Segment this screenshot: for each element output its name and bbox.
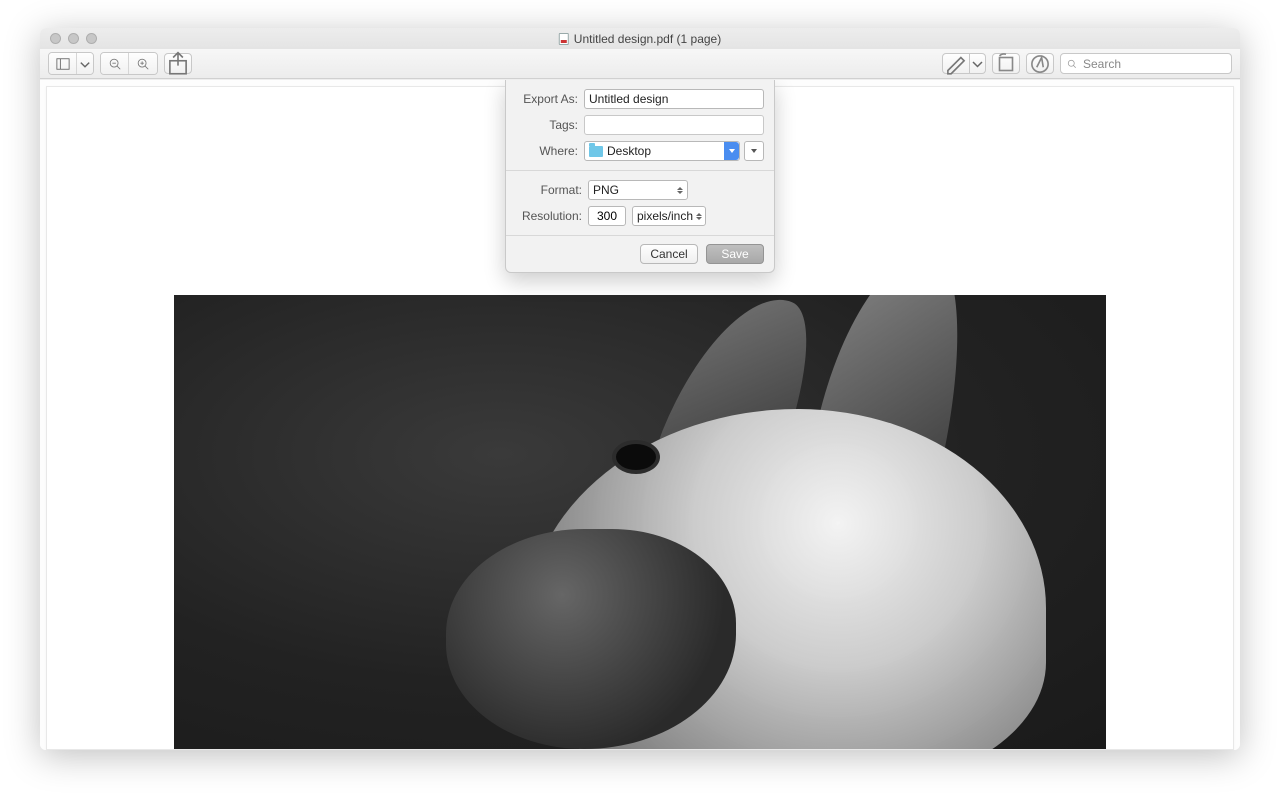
- resolution-label: Resolution:: [516, 209, 582, 223]
- share-button[interactable]: [164, 53, 192, 74]
- export-as-input[interactable]: [584, 89, 764, 109]
- tags-label: Tags:: [516, 118, 578, 132]
- minimize-window[interactable]: [68, 33, 79, 44]
- view-mode-dropdown[interactable]: [77, 53, 93, 74]
- search-placeholder: Search: [1083, 57, 1121, 71]
- document-canvas: Export As: Tags: Where: Desktop: [40, 79, 1240, 750]
- sidebar-view-button[interactable]: [49, 53, 77, 74]
- markup-toolbar-button[interactable]: [1026, 53, 1054, 74]
- zoom-out-button[interactable]: [101, 53, 129, 74]
- titlebar: Untitled design.pdf (1 page): [40, 28, 1240, 49]
- stepper-caret-icon: [693, 213, 705, 220]
- format-value: PNG: [593, 183, 619, 197]
- zoom-in-button[interactable]: [129, 53, 157, 74]
- export-as-label: Export As:: [516, 92, 578, 106]
- export-sheet: Export As: Tags: Where: Desktop: [505, 80, 775, 273]
- traffic-lights: [40, 33, 97, 44]
- window-title-text: Untitled design.pdf (1 page): [574, 32, 721, 46]
- where-expand-button[interactable]: [744, 141, 764, 161]
- window-title: Untitled design.pdf (1 page): [559, 32, 721, 46]
- where-select[interactable]: Desktop: [584, 141, 740, 161]
- where-value: Desktop: [607, 144, 651, 158]
- toolbar: Search: [40, 49, 1240, 79]
- resolution-unit-value: pixels/inch: [637, 209, 693, 223]
- tags-input[interactable]: [584, 115, 764, 135]
- search-field[interactable]: Search: [1060, 53, 1232, 74]
- resolution-input[interactable]: [588, 206, 626, 226]
- save-button[interactable]: Save: [706, 244, 764, 264]
- rotate-button[interactable]: [992, 53, 1020, 74]
- format-label: Format:: [516, 183, 582, 197]
- preview-window: Untitled design.pdf (1 page): [40, 28, 1240, 750]
- search-icon: [1066, 58, 1078, 70]
- cancel-button[interactable]: Cancel: [640, 244, 698, 264]
- dropdown-caret-icon: [724, 142, 739, 160]
- view-mode-group: [48, 52, 94, 75]
- where-label: Where:: [516, 144, 578, 158]
- document-image: [174, 295, 1106, 749]
- zoom-group: [100, 52, 158, 75]
- highlight-dropdown[interactable]: [970, 53, 986, 74]
- pdf-doc-icon: [559, 33, 569, 45]
- resolution-unit-select[interactable]: pixels/inch: [632, 206, 706, 226]
- stepper-caret-icon: [673, 187, 687, 194]
- zoom-window[interactable]: [86, 33, 97, 44]
- format-select[interactable]: PNG: [588, 180, 688, 200]
- highlight-button[interactable]: [942, 53, 970, 74]
- folder-icon: [589, 146, 603, 157]
- close-window[interactable]: [50, 33, 61, 44]
- markup-button-group: [942, 53, 986, 74]
